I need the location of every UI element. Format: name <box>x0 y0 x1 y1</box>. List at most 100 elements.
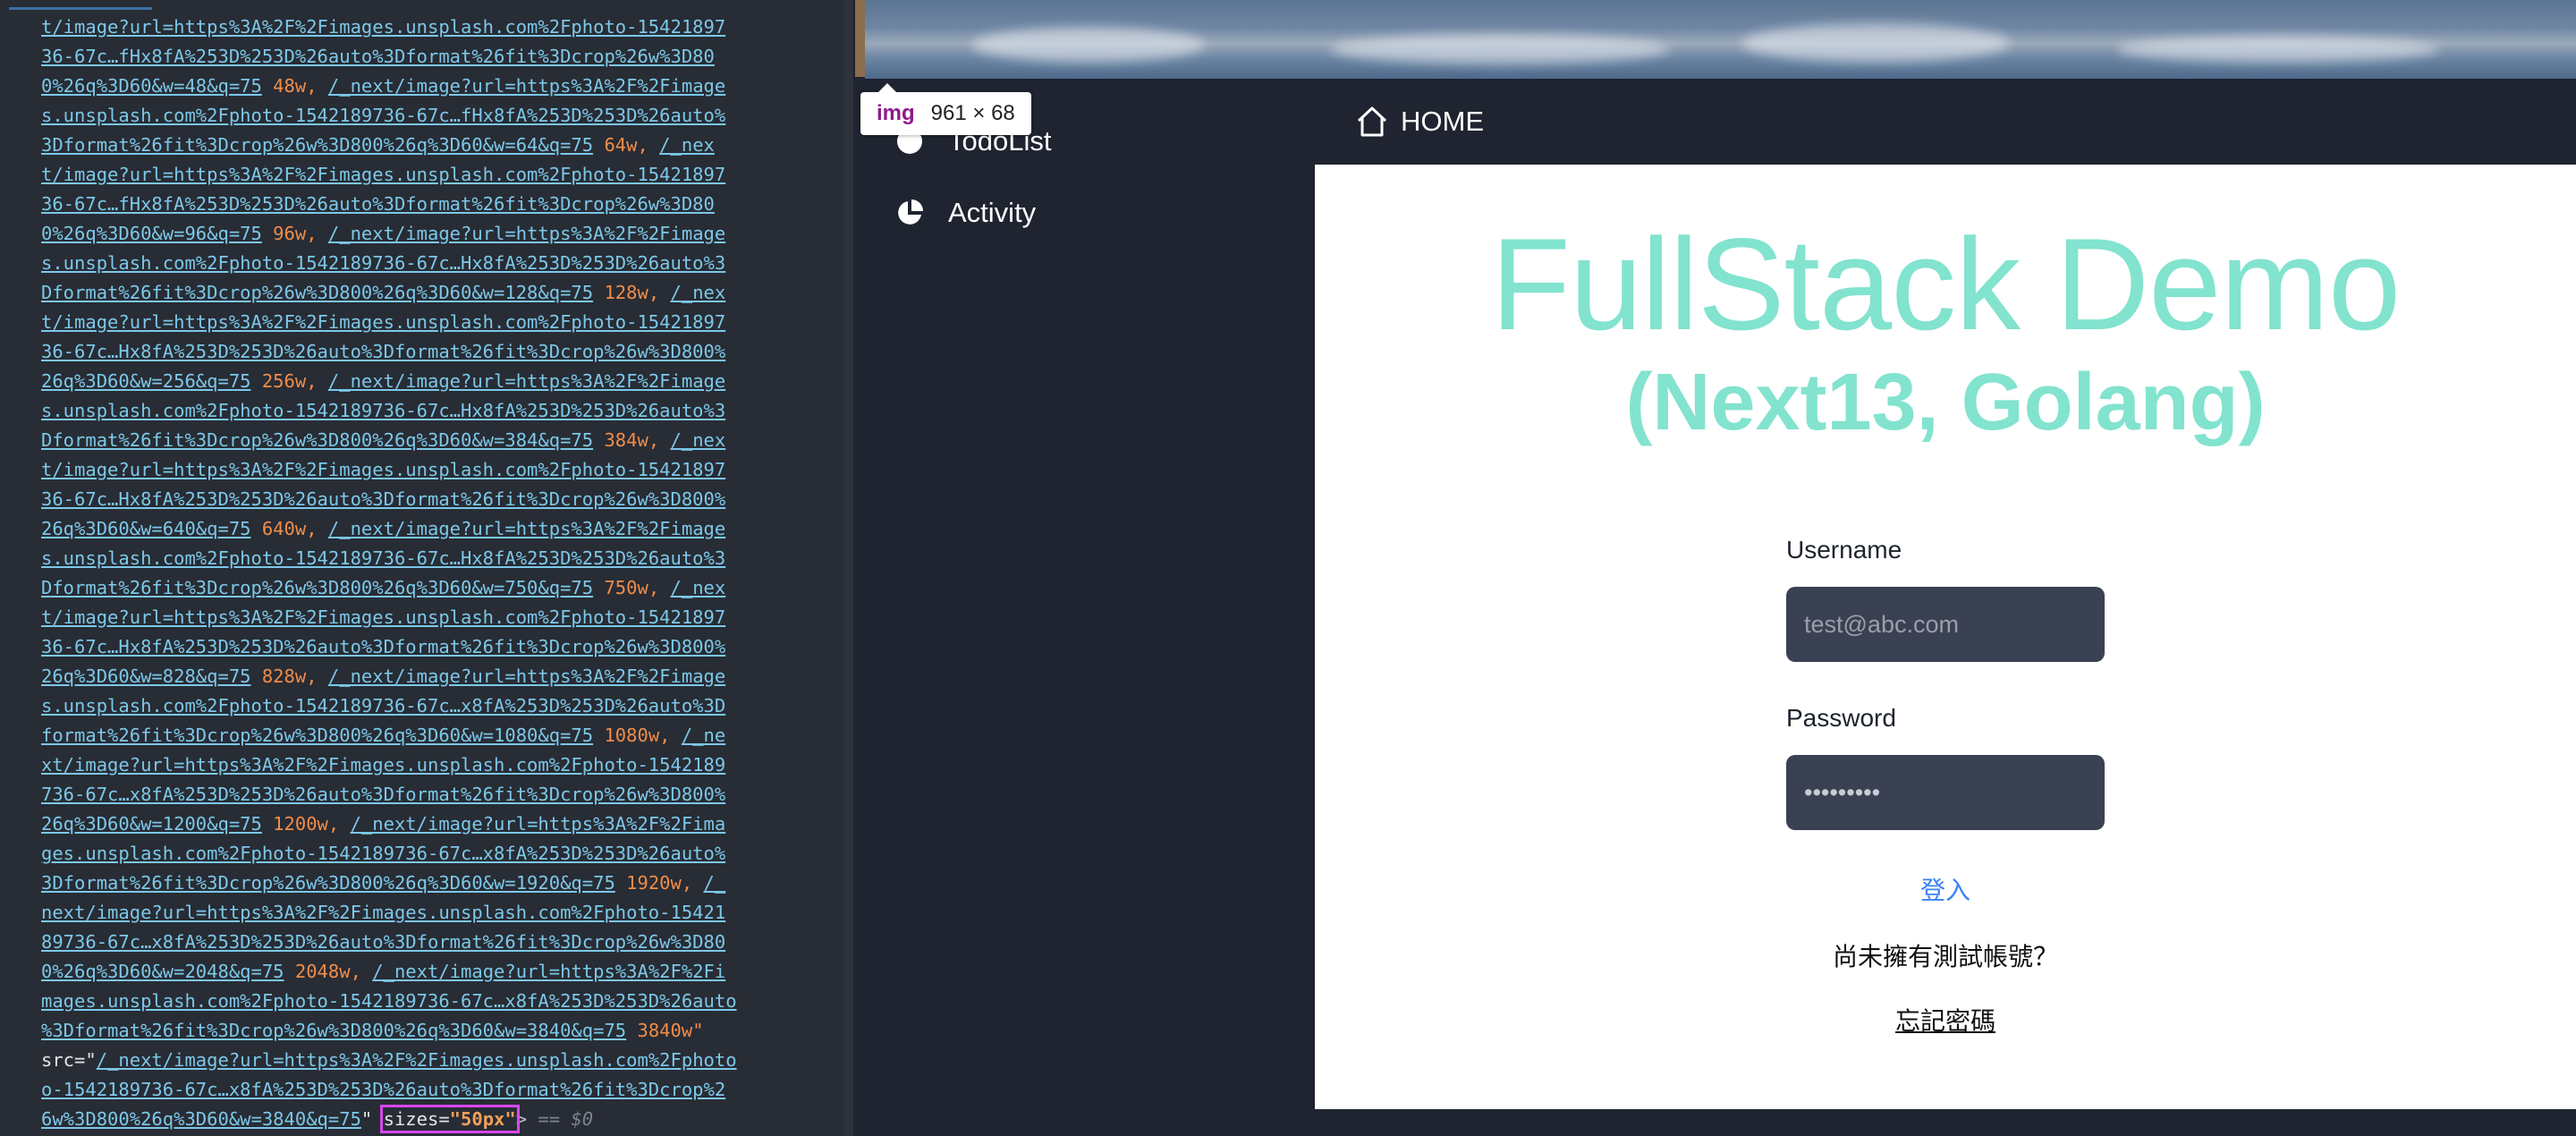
code-line: src="/_next/image?url=https%3A%2F%2Fimag… <box>41 1046 846 1075</box>
sizes-attribute-value: "50px" <box>449 1108 516 1130</box>
code-line: %3Dformat%26fit%3Dcrop%26w%3D800%26q%3D6… <box>41 1016 846 1046</box>
password-input[interactable] <box>1786 755 2105 830</box>
code-line: 26q%3D60&w=256&q=75 256w, /_next/image?u… <box>41 367 846 396</box>
srcset-url-link[interactable]: s.unsplash.com%2Fphoto-1542189736-67c…x8… <box>41 695 725 716</box>
srcset-url-link[interactable]: 26q%3D60&w=640&q=75 <box>41 518 251 539</box>
home-label: HOME <box>1401 106 1484 137</box>
srcset-url-link[interactable]: 736-67c…x8fA%253D%253D%26auto%3Dformat%2… <box>41 784 725 805</box>
srcset-url-link[interactable]: t/image?url=https%3A%2F%2Fimages.unsplas… <box>41 459 725 480</box>
code-line: 36-67c…Hx8fA%253D%253D%26auto%3Dformat%2… <box>41 632 846 662</box>
srcset-width-descriptor: 2048w, <box>284 961 373 982</box>
srcset-url-link[interactable]: Dformat%26fit%3Dcrop%26w%3D800%26q%3D60&… <box>41 429 593 451</box>
login-button[interactable]: 登入 <box>1315 871 2576 907</box>
srcset-url-link[interactable]: 26q%3D60&w=828&q=75 <box>41 665 251 687</box>
devtools-scrollbar[interactable] <box>844 0 853 1136</box>
hero-image <box>865 0 2576 79</box>
username-input[interactable] <box>1786 587 2105 662</box>
code-line: 26q%3D60&w=640&q=75 640w, /_next/image?u… <box>41 514 846 544</box>
srcset-url-link[interactable]: 0%26q%3D60&w=48&q=75 <box>41 75 262 97</box>
srcset-url-link[interactable]: 36-67c…Hx8fA%253D%253D%26auto%3Dformat%2… <box>41 636 725 657</box>
srcset-url-link[interactable]: 89736-67c…x8fA%253D%253D%26auto%3Dformat… <box>41 931 725 953</box>
srcset-url-link[interactable]: format%26fit%3Dcrop%26w%3D800%26q%3D60&w… <box>41 725 593 746</box>
code-line: 36-67c…fHx8fA%253D%253D%26auto%3Dformat%… <box>41 42 846 72</box>
srcset-url-link[interactable]: /_nex <box>671 577 726 598</box>
code-line: 89736-67c…x8fA%253D%253D%26auto%3Dformat… <box>41 928 846 957</box>
srcset-url-link[interactable]: 0%26q%3D60&w=96&q=75 <box>41 223 262 244</box>
srcset-url-link[interactable]: 3Dformat%26fit%3Dcrop%26w%3D800%26q%3D60… <box>41 134 593 156</box>
srcset-url-link[interactable]: t/image?url=https%3A%2F%2Fimages.unsplas… <box>41 16 725 38</box>
srcset-url-link[interactable]: 36-67c…fHx8fA%253D%253D%26auto%3Dformat%… <box>41 193 715 215</box>
code-line: Dformat%26fit%3Dcrop%26w%3D800%26q%3D60&… <box>41 278 846 308</box>
page-title: FullStack Demo <box>1490 211 2401 357</box>
srcset-url-link[interactable]: 0%26q%3D60&w=2048&q=75 <box>41 961 284 982</box>
srcset-url-link[interactable]: 6w%3D800%26q%3D60&w=3840&q=75 <box>41 1108 361 1130</box>
srcset-url-link[interactable]: 26q%3D60&w=256&q=75 <box>41 370 251 392</box>
pie-chart-icon <box>898 199 923 225</box>
page-scrollbar-thumb[interactable] <box>855 0 865 77</box>
srcset-url-link[interactable]: /_next/image?url=https%3A%2F%2Fimage <box>328 665 725 687</box>
srcset-url-link[interactable]: /_next/image?url=https%3A%2F%2Fimage <box>328 75 725 97</box>
forgot-password-link[interactable]: 忘記密碼 <box>1315 1002 2576 1038</box>
sidebar-item-activity[interactable]: Activity <box>894 197 1036 229</box>
srcset-width-descriptor: 640w, <box>250 518 328 539</box>
srcset-url-link[interactable]: 26q%3D60&w=1200&q=75 <box>41 813 262 835</box>
page-subtitle: (Next13, Golang) <box>1625 358 2266 447</box>
srcset-url-link[interactable]: s.unsplash.com%2Fphoto-1542189736-67c…Hx… <box>41 400 725 421</box>
srcset-url-link[interactable]: /_ne <box>682 725 725 746</box>
sidebar: TodoList Activity <box>853 79 1315 1136</box>
code-line: 0%26q%3D60&w=96&q=75 96w, /_next/image?u… <box>41 219 846 249</box>
code-line: t/image?url=https%3A%2F%2Fimages.unsplas… <box>41 603 846 632</box>
srcset-url-link[interactable]: /_nex <box>659 134 715 156</box>
password-label: Password <box>1786 704 1896 732</box>
code-line: 3Dformat%26fit%3Dcrop%26w%3D800%26q%3D60… <box>41 131 846 160</box>
srcset-url-link[interactable]: /_next/image?url=https%3A%2F%2Fima <box>351 813 726 835</box>
srcset-url-link[interactable]: ges.unsplash.com%2Fphoto-1542189736-67c…… <box>41 843 725 864</box>
srcset-url-link[interactable]: s.unsplash.com%2Fphoto-1542189736-67c…Hx… <box>41 252 725 274</box>
srcset-width-descriptor: 3840w" <box>626 1020 704 1041</box>
srcset-url-link[interactable]: t/image?url=https%3A%2F%2Fimages.unsplas… <box>41 311 725 333</box>
srcset-width-descriptor: 48w, <box>261 75 328 97</box>
srcset-url-link[interactable]: Dformat%26fit%3Dcrop%26w%3D800%26q%3D60&… <box>41 577 593 598</box>
srcset-url-link[interactable]: 36-67c…Hx8fA%253D%253D%26auto%3Dformat%2… <box>41 341 725 362</box>
srcset-width-descriptor: 1080w, <box>593 725 682 746</box>
srcset-url-link[interactable]: /_ <box>704 872 726 894</box>
code-line: ges.unsplash.com%2Fphoto-1542189736-67c…… <box>41 839 846 869</box>
srcset-url-link[interactable]: /_nex <box>671 282 726 303</box>
srcset-url-link[interactable]: t/image?url=https%3A%2F%2Fimages.unsplas… <box>41 606 725 628</box>
tag-close: > <box>515 1108 528 1130</box>
code-line: mages.unsplash.com%2Fphoto-1542189736-67… <box>41 987 846 1016</box>
code-line: 26q%3D60&w=828&q=75 828w, /_next/image?u… <box>41 662 846 691</box>
srcset-url-link[interactable]: xt/image?url=https%3A%2F%2Fimages.unspla… <box>41 754 725 776</box>
code-line: o-1542189736-67c…x8fA%253D%253D%26auto%3… <box>41 1075 846 1105</box>
srcset-url-link[interactable]: next/image?url=https%3A%2F%2Fimages.unsp… <box>41 902 725 923</box>
page-preview: TodoList Activity img 961 × 68 HOME Full… <box>853 0 2576 1136</box>
sizes-attribute-name: sizes= <box>383 1108 450 1130</box>
home-link[interactable]: HOME <box>1354 104 1484 140</box>
code-line: s.unsplash.com%2Fphoto-1542189736-67c…Hx… <box>41 249 846 278</box>
srcset-url-link[interactable]: /_nex <box>671 429 726 451</box>
page-footer-bar <box>1315 1109 2576 1136</box>
srcset-url-link[interactable]: /_next/image?url=https%3A%2F%2Fi <box>372 961 725 982</box>
srcset-url-link[interactable]: %3Dformat%26fit%3Dcrop%26w%3D800%26q%3D6… <box>41 1020 626 1041</box>
srcset-url-link[interactable]: 36-67c…fHx8fA%253D%253D%26auto%3Dformat%… <box>41 46 715 67</box>
srcset-url-link[interactable]: /_next/image?url=https%3A%2F%2Fimage <box>328 223 725 244</box>
srcset-width-descriptor: 384w, <box>593 429 671 451</box>
sizes-attribute-highlight[interactable]: sizes="50px" <box>379 1105 520 1133</box>
srcset-url-link[interactable]: 3Dformat%26fit%3Dcrop%26w%3D800%26q%3D60… <box>41 872 615 894</box>
srcset-url-link[interactable]: s.unsplash.com%2Fphoto-1542189736-67c…fH… <box>41 105 725 126</box>
srcset-url-link[interactable]: 36-67c…Hx8fA%253D%253D%26auto%3Dformat%2… <box>41 488 725 510</box>
srcset-url-link[interactable]: Dformat%26fit%3Dcrop%26w%3D800%26q%3D60&… <box>41 282 593 303</box>
srcset-url-link[interactable]: o-1542189736-67c…x8fA%253D%253D%26auto%3… <box>41 1079 725 1100</box>
code-line: 36-67c…Hx8fA%253D%253D%26auto%3Dformat%2… <box>41 485 846 514</box>
srcset-url-link[interactable]: mages.unsplash.com%2Fphoto-1542189736-67… <box>41 990 737 1012</box>
srcset-url-link[interactable]: s.unsplash.com%2Fphoto-1542189736-67c…Hx… <box>41 547 725 569</box>
code-line: 36-67c…fHx8fA%253D%253D%26auto%3Dformat%… <box>41 190 846 219</box>
code-line: t/image?url=https%3A%2F%2Fimages.unsplas… <box>41 308 846 337</box>
tooltip-tag-name: img <box>877 101 915 125</box>
code-line: xt/image?url=https%3A%2F%2Fimages.unspla… <box>41 750 846 780</box>
srcset-url-link[interactable]: /_next/image?url=https%3A%2F%2Fimage <box>328 518 725 539</box>
srcset-url-link[interactable]: t/image?url=https%3A%2F%2Fimages.unsplas… <box>41 164 725 185</box>
srcset-url-link[interactable]: /_next/image?url=https%3A%2F%2Fimages.un… <box>97 1049 737 1071</box>
srcset-url-link[interactable]: /_next/image?url=https%3A%2F%2Fimage <box>328 370 725 392</box>
code-line: Dformat%26fit%3Dcrop%26w%3D800%26q%3D60&… <box>41 573 846 603</box>
